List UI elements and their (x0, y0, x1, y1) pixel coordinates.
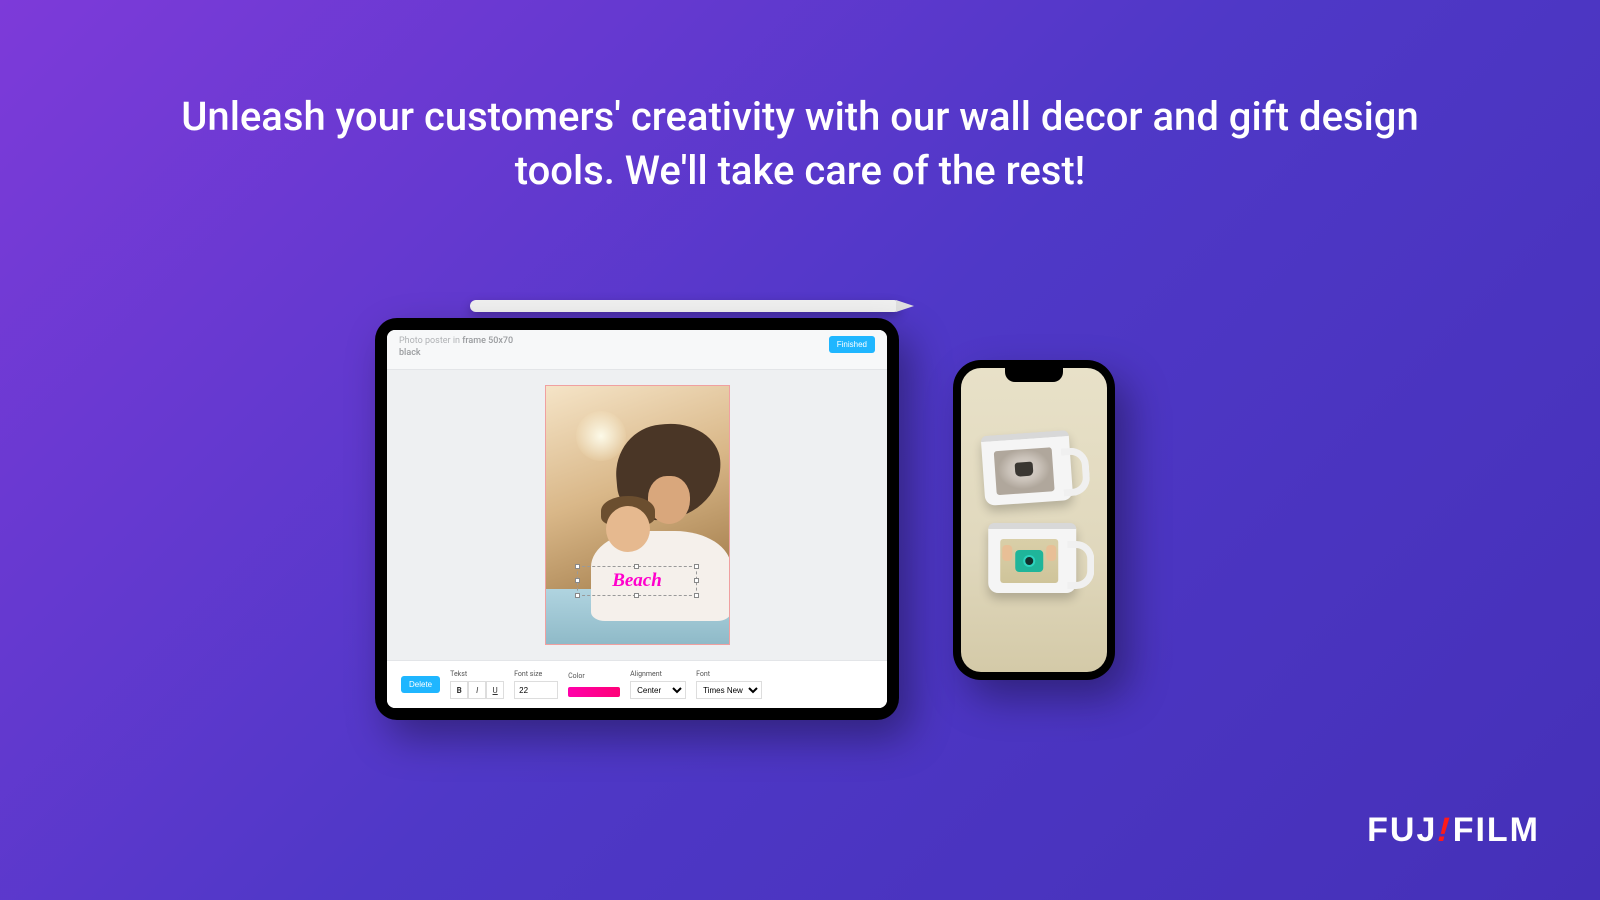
font-label: Font (696, 670, 762, 678)
title-strong: frame 50x70 (462, 336, 513, 346)
italic-button[interactable]: I (468, 681, 486, 699)
text-style-group: Tekst B I U (450, 670, 504, 699)
editor-toolbar: Delete Tekst B I U Font size Color Align… (387, 660, 887, 708)
font-size-group: Font size (514, 670, 558, 699)
brand-part2: FILM (1453, 811, 1540, 850)
font-size-label: Font size (514, 670, 558, 678)
poster-frame[interactable]: Beach (545, 385, 730, 645)
font-select[interactable]: Times New (696, 681, 762, 699)
tekst-label: Tekst (450, 670, 504, 678)
phone-device (953, 360, 1115, 680)
finished-button[interactable]: Finished (829, 336, 875, 353)
resize-handle[interactable] (575, 593, 580, 598)
hand-right (1046, 545, 1056, 561)
alignment-select[interactable]: Center (630, 681, 686, 699)
text-overlay-selection[interactable]: Beach (577, 566, 697, 596)
resize-handle[interactable] (575, 578, 580, 583)
color-group: Color (568, 672, 620, 697)
photo-child-face (606, 506, 650, 552)
photo-sun (576, 411, 626, 461)
hand-left (1002, 545, 1012, 561)
resize-handle[interactable] (575, 564, 580, 569)
alignment-group: Alignment Center (630, 670, 686, 699)
brand-logo: FUJ!FILM (1367, 811, 1540, 850)
headline: Unleash your customers' creativity with … (150, 90, 1450, 198)
mug-top-photo (994, 447, 1055, 495)
underline-button[interactable]: U (486, 681, 504, 699)
font-group: Font Times New (696, 670, 762, 699)
camera-lens (1023, 555, 1035, 567)
font-size-input[interactable] (514, 681, 558, 699)
resize-handle[interactable] (634, 593, 639, 598)
delete-button[interactable]: Delete (401, 676, 440, 693)
title-prefix: Photo poster in (399, 336, 462, 346)
resize-handle[interactable] (634, 564, 639, 569)
resize-handle[interactable] (694, 578, 699, 583)
color-swatch[interactable] (568, 687, 620, 697)
mug-bottom-photo (1000, 539, 1058, 583)
mug-bottom (988, 523, 1076, 593)
overlay-text: Beach (612, 570, 662, 592)
stylus (470, 300, 900, 312)
phone-screen (961, 368, 1107, 672)
mug-top (981, 430, 1074, 506)
brand-part1: FUJ (1367, 811, 1437, 850)
title-line2: black (399, 348, 421, 358)
tablet-device: Photo poster in frame 50x70 black Finish… (375, 318, 899, 720)
editor-canvas[interactable]: Beach (387, 370, 887, 660)
phone-notch (1005, 368, 1063, 382)
alignment-label: Alignment (630, 670, 686, 678)
color-label: Color (568, 672, 620, 680)
tablet-screen: Photo poster in frame 50x70 black Finish… (387, 330, 887, 708)
bold-button[interactable]: B (450, 681, 468, 699)
resize-handle[interactable] (694, 593, 699, 598)
editor-header: Photo poster in frame 50x70 black Finish… (387, 330, 887, 370)
resize-handle[interactable] (694, 564, 699, 569)
editor-product-title: Photo poster in frame 50x70 black (399, 336, 513, 359)
